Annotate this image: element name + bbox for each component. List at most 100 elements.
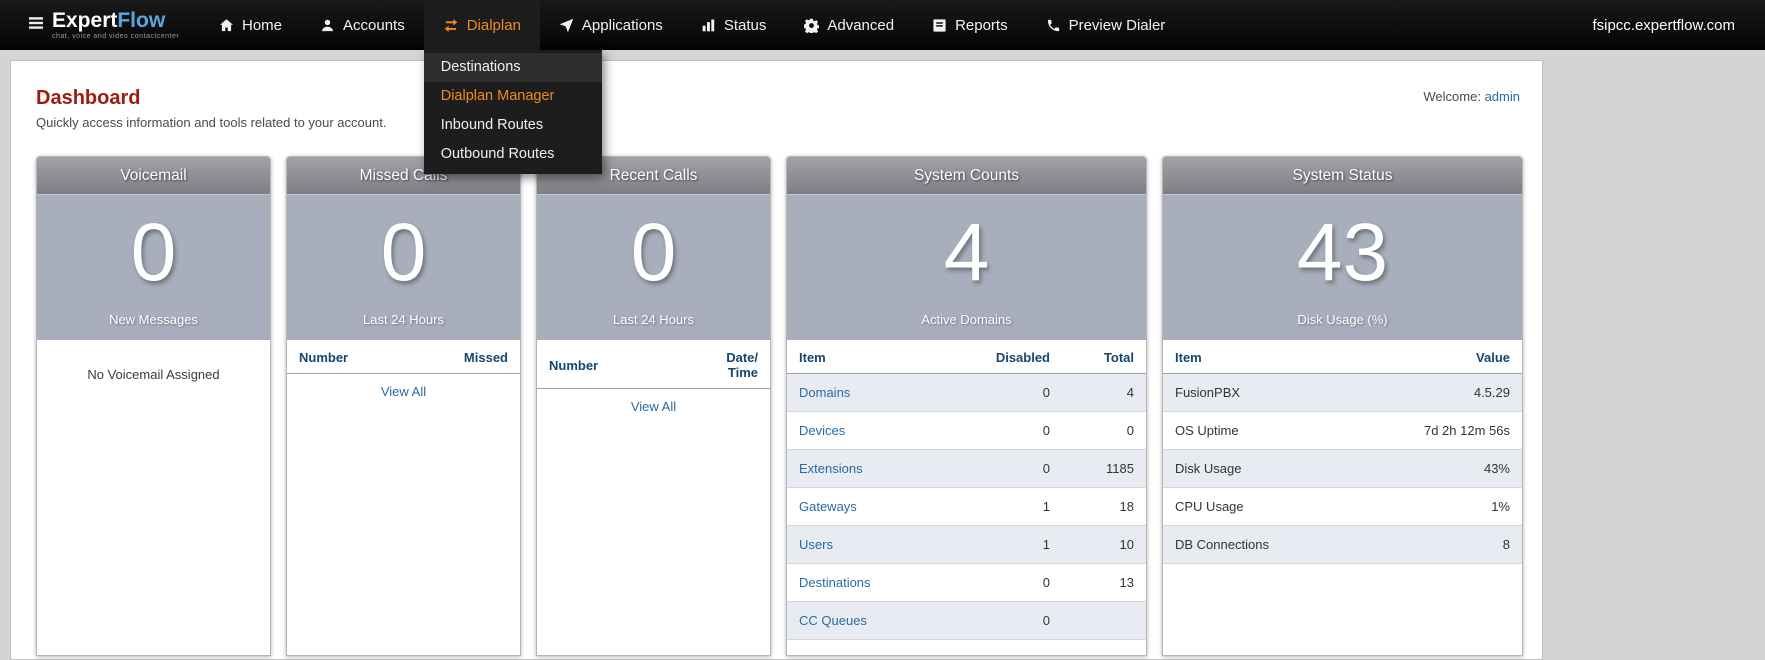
column-header-datetime: Date/ Time <box>714 340 770 389</box>
dropdown-item-inbound-routes[interactable]: Inbound Routes <box>424 111 602 140</box>
user-icon <box>320 18 335 33</box>
nav-item-label: Applications <box>581 16 663 34</box>
bar-chart-icon <box>701 18 716 33</box>
recent-calls-count: 0 <box>630 207 677 298</box>
status-item: FusionPBX <box>1163 373 1349 412</box>
nav-item-label: Preview Dialer <box>1068 16 1166 34</box>
count-item-link-cc-queues[interactable]: CC Queues <box>799 613 867 628</box>
nav-item-label: Status <box>723 16 767 34</box>
system-counts-table: Item Disabled Total Domains 0 4 Devices … <box>787 340 1146 640</box>
disabled-value: 0 <box>970 449 1062 488</box>
page-title: Dashboard <box>36 87 141 109</box>
count-item-link-users[interactable]: Users <box>799 537 833 552</box>
report-book-icon <box>932 18 947 33</box>
missed-calls-count: 0 <box>380 207 427 298</box>
count-item-link-domains[interactable]: Domains <box>799 385 850 400</box>
count-item-link-destinations[interactable]: Destinations <box>799 575 871 590</box>
total-value: 1185 <box>1062 449 1146 488</box>
welcome-user-link[interactable]: admin <box>1485 89 1520 104</box>
status-value: 4.5.29 <box>1348 373 1522 412</box>
table-row: CC Queues 0 <box>787 601 1146 640</box>
total-value <box>1062 601 1146 640</box>
status-value: 8 <box>1348 525 1522 564</box>
table-row: FusionPBX 4.5.29 <box>1163 373 1522 412</box>
nav-item-applications[interactable]: Applications <box>540 0 682 50</box>
system-counts-stat: 4 Active Domains <box>787 194 1146 340</box>
nav-item-status[interactable]: Status <box>682 0 786 50</box>
gear-icon <box>804 18 820 33</box>
system-status-panel: System Status 43 Disk Usage (%) Item Val… <box>1162 156 1523 656</box>
home-icon <box>219 18 234 33</box>
nav-item-dialplan[interactable]: Dialplan Destinations Dialplan Manager I… <box>423 0 602 174</box>
voicemail-stat: 0 New Messages <box>37 194 270 340</box>
welcome-label: Welcome: <box>1423 89 1481 104</box>
column-header-disabled: Disabled <box>970 340 1062 374</box>
nav-item-advanced[interactable]: Advanced <box>785 0 913 50</box>
table-row: OS Uptime 7d 2h 12m 56s <box>1163 411 1522 450</box>
table-row: Devices 0 0 <box>787 411 1146 450</box>
voicemail-panel: Voicemail 0 New Messages No Voicemail As… <box>36 156 271 656</box>
table-row: Disk Usage 43% <box>1163 449 1522 488</box>
disk-usage-label: Disk Usage (%) <box>1297 312 1388 327</box>
dashboard-page: Dashboard Quickly access information and… <box>10 60 1543 660</box>
missed-calls-count-label: Last 24 Hours <box>363 312 444 327</box>
welcome-text: Welcome: admin <box>1423 89 1520 104</box>
disabled-value: 0 <box>970 563 1062 602</box>
dropdown-item-destinations[interactable]: Destinations <box>423 53 602 82</box>
nav-item-preview-dialer[interactable]: Preview Dialer <box>1027 0 1185 50</box>
status-item: OS Uptime <box>1163 411 1349 450</box>
count-item-link-extensions[interactable]: Extensions <box>799 461 863 476</box>
column-header-item: Item <box>787 340 970 374</box>
table-row: Domains 0 4 <box>787 373 1146 412</box>
table-row: Extensions 0 1185 <box>787 449 1146 488</box>
dropdown-item-outbound-routes[interactable]: Outbound Routes <box>424 140 602 169</box>
page-header: Dashboard Quickly access information and… <box>36 87 386 130</box>
swap-arrows-icon <box>443 18 459 33</box>
total-value: 10 <box>1062 525 1146 564</box>
expertflow-logo[interactable]: ExpertFlow chat, voice and video contact… <box>28 8 200 40</box>
system-status-stat: 43 Disk Usage (%) <box>1163 194 1522 340</box>
nav-item-reports[interactable]: Reports <box>913 0 1027 50</box>
table-row: DB Connections 8 <box>1163 525 1522 564</box>
missed-calls-stat: 0 Last 24 Hours <box>287 194 520 340</box>
nav-item-label: Home <box>242 16 283 34</box>
voicemail-count-label: New Messages <box>109 312 198 327</box>
dropdown-item-dialplan-manager[interactable]: Dialplan Manager <box>424 82 602 111</box>
nav-item-home[interactable]: Home <box>200 0 301 50</box>
active-domains-label: Active Domains <box>921 312 1012 327</box>
nav-item-label: Accounts <box>343 16 405 34</box>
system-counts-panel-title: System Counts <box>787 157 1146 194</box>
recent-calls-table: Number Date/ Time <box>537 340 770 389</box>
voicemail-panel-title: Voicemail <box>37 157 270 194</box>
status-item: DB Connections <box>1163 525 1349 564</box>
status-value: 43% <box>1348 449 1522 488</box>
status-value: 7d 2h 12m 56s <box>1348 411 1522 450</box>
count-item-link-gateways[interactable]: Gateways <box>799 499 857 514</box>
disabled-value: 0 <box>970 601 1062 640</box>
server-domain-label: fsipcc.expertflow.com <box>1592 16 1735 34</box>
logo-tagline: chat, voice and video contactcenter <box>52 32 180 40</box>
logo-bars-icon <box>28 15 45 36</box>
column-header-value: Value <box>1348 340 1522 374</box>
recent-calls-stat: 0 Last 24 Hours <box>537 194 770 340</box>
status-value: 1% <box>1348 487 1522 526</box>
column-header-number: Number <box>287 340 408 374</box>
disabled-value: 1 <box>970 487 1062 526</box>
logo-text: ExpertFlow <box>52 8 166 32</box>
table-row: CPU Usage 1% <box>1163 487 1522 526</box>
column-header-total: Total <box>1062 340 1146 374</box>
main-menu: Home Accounts Dialplan Destinations Dial… <box>200 0 1185 174</box>
disabled-value: 0 <box>970 373 1062 412</box>
system-status-table: Item Value FusionPBX 4.5.29 OS Uptime 7d… <box>1163 340 1522 564</box>
voicemail-empty-message: No Voicemail Assigned <box>87 367 220 382</box>
nav-item-accounts[interactable]: Accounts <box>301 0 424 50</box>
disk-usage-count: 43 <box>1296 207 1389 298</box>
count-item-link-devices[interactable]: Devices <box>799 423 845 438</box>
recent-calls-panel: Recent Calls 0 Last 24 Hours Number Date… <box>536 156 771 656</box>
table-row: Users 1 10 <box>787 525 1146 564</box>
recent-calls-view-all-link[interactable]: View All <box>537 389 770 424</box>
top-navbar: ExpertFlow chat, voice and video contact… <box>0 0 1765 174</box>
missed-calls-panel: Missed Calls 0 Last 24 Hours Number Miss… <box>286 156 521 656</box>
nav-item-label: Reports <box>955 16 1008 34</box>
missed-calls-view-all-link[interactable]: View All <box>287 374 520 409</box>
